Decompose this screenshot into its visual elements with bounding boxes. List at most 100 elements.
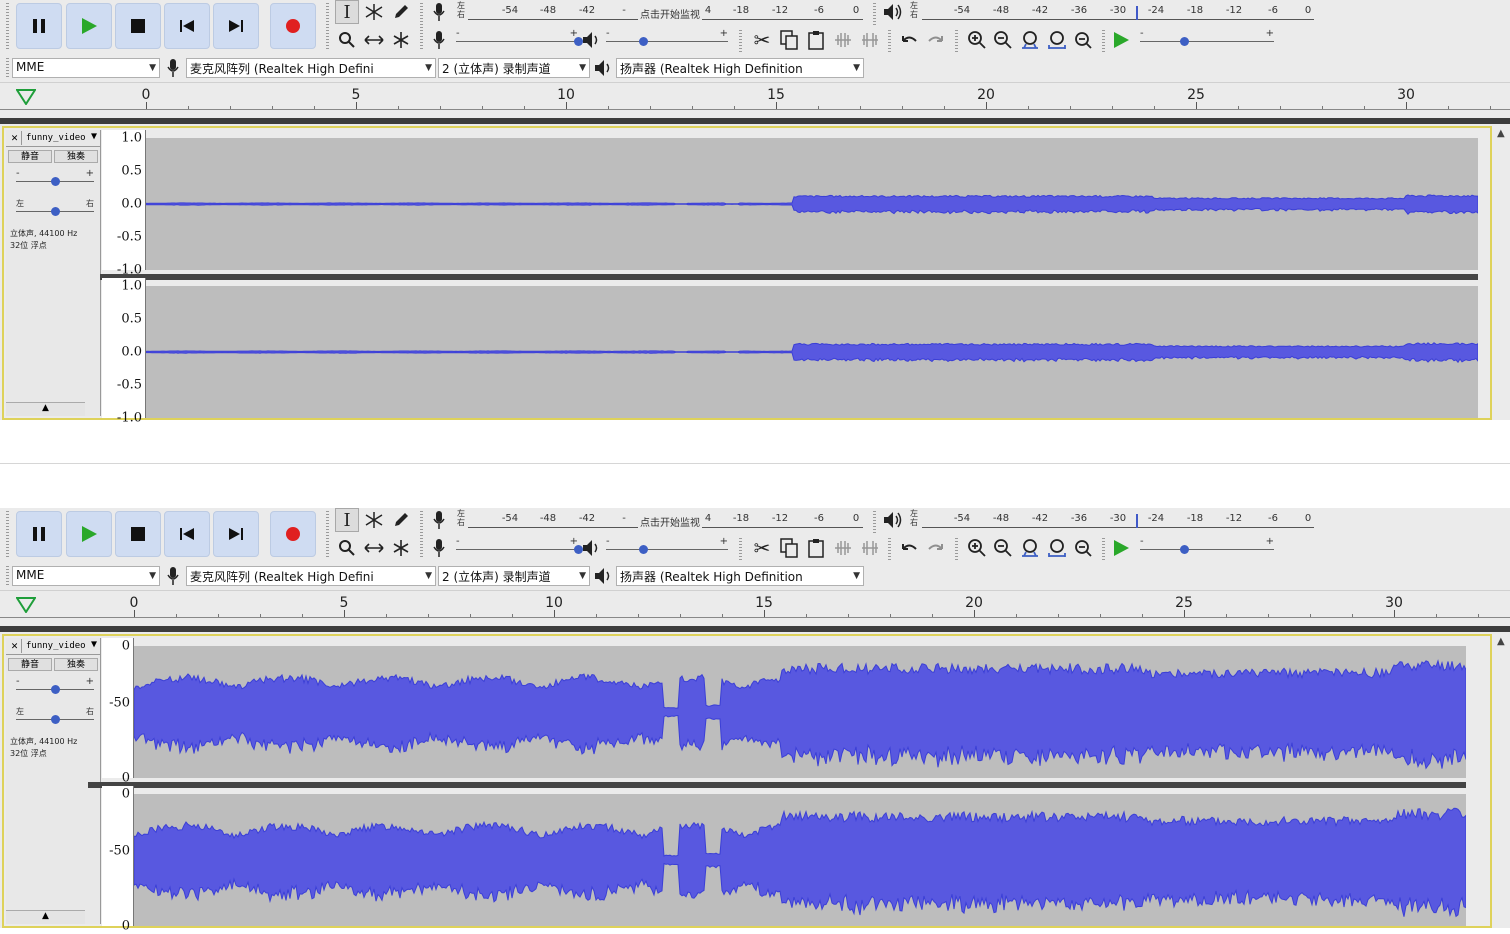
slider-knob[interactable] [638,37,648,46]
mute-button[interactable]: 静音 [8,658,52,671]
meter-grip[interactable] [420,511,423,559]
collapse-track-button[interactable]: ▲ [6,910,85,924]
zoom-out-button[interactable] [991,28,1015,52]
playback-volume-slider[interactable]: - + [606,536,728,558]
recording-meter[interactable]: 点击开始监视 -54 -48 -42 - 4 -18 -12 -6 0 [468,0,863,26]
audio-track[interactable]: ✕ funny_video ▼ 静音 独奏 - + 左右 立体声, 44100 H… [2,634,1492,934]
play-speed-slider[interactable]: - + [1140,536,1274,558]
waveform-channel-2[interactable] [134,794,1466,926]
playback-meter[interactable]: -54 -48 -42 -36 -30 -24 -18 -12 -6 0 [922,0,1314,26]
paste-button[interactable] [804,536,828,560]
undo-grip[interactable] [888,30,891,52]
envelope-tool-button[interactable] [362,0,386,24]
slider-knob[interactable] [1180,545,1190,554]
track-menu-dropdown-icon[interactable]: ▼ [91,131,97,142]
copy-button[interactable] [777,28,801,52]
zoom-tool-button[interactable] [335,28,359,52]
selection-tool-button[interactable]: I [335,0,359,24]
copy-button[interactable] [777,536,801,560]
trim-button[interactable] [831,28,855,52]
skip-to-end-button[interactable] [213,3,259,49]
trim-button[interactable] [831,536,855,560]
vertical-ruler[interactable]: 0 -50 0 [102,638,134,786]
pan-knob[interactable] [51,715,60,724]
playback-device-select[interactable]: 扬声器 (Realtek High Definition ▼ [616,58,864,78]
mute-button[interactable]: 静音 [8,150,52,163]
paste-button[interactable] [804,28,828,52]
play-at-speed-grip[interactable] [1102,30,1105,52]
solo-button[interactable]: 独奏 [54,150,98,163]
pan-slider[interactable]: 左右 [16,707,94,728]
time-shift-tool-button[interactable] [362,28,386,52]
monitor-hint[interactable]: 点击开始监视 [638,514,702,529]
stop-button[interactable] [115,3,161,49]
waveform-channel-1[interactable] [134,646,1466,778]
record-button[interactable] [270,511,316,557]
gain-slider[interactable]: - + [16,676,94,698]
edit-grip[interactable] [739,30,742,52]
toolbar-grip[interactable] [6,511,9,557]
zoom-in-button[interactable] [965,536,989,560]
silence-button[interactable] [858,536,882,560]
recording-device-select[interactable]: 麦克风阵列 (Realtek High Defini ▼ [186,58,436,78]
vertical-scrollbar[interactable]: ▲ [1496,636,1508,928]
edit-grip[interactable] [739,538,742,560]
waveform-channel-1[interactable] [146,138,1478,270]
audio-host-select[interactable]: MME ▼ [12,58,160,78]
redo-button[interactable] [924,28,948,52]
playback-device-select[interactable]: 扬声器 (Realtek High Definition ▼ [616,566,864,586]
zoom-out-button[interactable] [991,536,1015,560]
draw-tool-button[interactable] [389,508,413,532]
scroll-up-icon[interactable]: ▲ [1497,636,1505,647]
skip-to-end-button[interactable] [213,511,259,557]
selection-tool-button[interactable]: I [335,508,359,532]
draw-tool-button[interactable] [389,0,413,24]
timeline-options-icon[interactable] [16,89,36,105]
recording-meter[interactable]: 点击开始监视 -54 -48 -42 - 4 -18 -12 -6 0 [468,508,863,534]
gain-slider[interactable]: - + [16,168,94,190]
zoom-in-button[interactable] [965,28,989,52]
vertical-ruler[interactable]: 0 -50 0 [102,786,134,934]
redo-button[interactable] [924,536,948,560]
silence-button[interactable] [858,28,882,52]
play-at-speed-button[interactable] [1109,28,1133,52]
fit-project-button[interactable] [1045,28,1069,52]
playback-meter[interactable]: -54 -48 -42 -36 -30 -24 -18 -12 -6 0 [922,508,1314,534]
close-track-icon[interactable]: ✕ [8,131,22,145]
record-button[interactable] [270,3,316,49]
track-menu-dropdown-icon[interactable]: ▼ [91,639,97,650]
skip-to-start-button[interactable] [164,3,210,49]
monitor-hint[interactable]: 点击开始监视 [638,6,702,21]
audio-track[interactable]: ✕ funny_video ▼ 静音 独奏 - + 左右 立体声, 44100 H… [2,126,1492,426]
tools-grip[interactable] [326,511,329,559]
undo-grip[interactable] [888,538,891,560]
track-name[interactable]: funny_video [26,133,86,143]
recording-channels-select[interactable]: 2 (立体声) 录制声道 ▼ [438,58,590,78]
fit-selection-button[interactable] [1018,28,1042,52]
vertical-ruler[interactable]: 1.0 0.5 0.0 -0.5 -1.0 [102,278,146,426]
track-name[interactable]: funny_video [26,641,86,651]
pause-button[interactable] [16,3,62,49]
fit-project-button[interactable] [1045,536,1069,560]
waveform-channel-2[interactable] [146,286,1478,418]
meter-grip[interactable] [420,3,423,51]
play-at-speed-grip[interactable] [1102,538,1105,560]
device-grip[interactable] [6,566,9,586]
device-grip[interactable] [6,58,9,78]
undo-button[interactable] [897,28,921,52]
play-button[interactable] [66,3,112,49]
envelope-tool-button[interactable] [362,508,386,532]
gain-knob[interactable] [51,177,60,186]
play-at-speed-button[interactable] [1109,536,1133,560]
tools-grip[interactable] [326,3,329,51]
vertical-scrollbar[interactable]: ▲ [1496,128,1508,420]
gain-knob[interactable] [51,685,60,694]
slider-knob[interactable] [638,545,648,554]
zoom-toggle-button[interactable] [1071,28,1095,52]
vertical-ruler[interactable]: 1.0 0.5 0.0 -0.5 -1.0 [102,130,146,278]
playback-volume-slider[interactable]: - + [606,28,728,50]
time-shift-tool-button[interactable] [362,536,386,560]
multi-tool-button[interactable] [389,536,413,560]
stop-button[interactable] [115,511,161,557]
cut-button[interactable]: ✂ [750,28,774,52]
